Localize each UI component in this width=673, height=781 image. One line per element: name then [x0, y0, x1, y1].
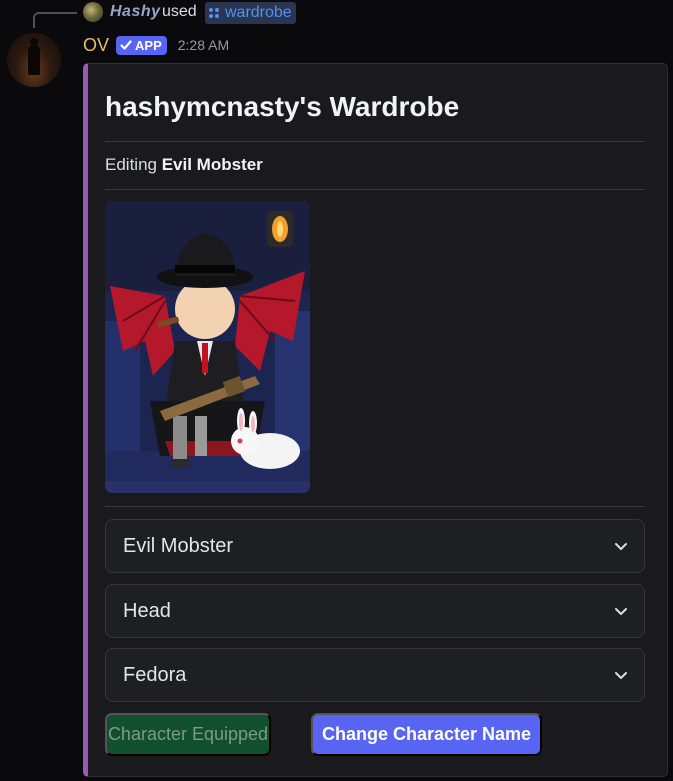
- character-equipped-button[interactable]: Character Equipped: [105, 713, 271, 756]
- slash-command-name: wardrobe: [225, 4, 292, 21]
- reply-avatar[interactable]: [83, 2, 103, 22]
- embed-divider: [105, 189, 645, 190]
- subtitle-character-name: Evil Mobster: [161, 155, 263, 174]
- item-select[interactable]: Fedora: [105, 648, 645, 702]
- reply-username[interactable]: Hashy: [110, 3, 161, 21]
- embed-divider: [105, 506, 645, 507]
- chevron-down-icon: [615, 672, 627, 679]
- chevron-down-icon: [615, 543, 627, 550]
- app-command-icon: [209, 8, 219, 18]
- embed-subtitle: Editing Evil Mobster: [105, 155, 263, 175]
- message-header: OV APP 2:28 AM: [83, 34, 229, 56]
- reply-connector: [33, 12, 77, 28]
- slot-select-value: Head: [123, 599, 171, 622]
- chevron-down-icon: [615, 608, 627, 615]
- author-avatar[interactable]: [7, 33, 61, 87]
- reply-used-text: used: [162, 3, 197, 20]
- character-select[interactable]: Evil Mobster: [105, 519, 645, 573]
- embed-divider: [105, 141, 645, 142]
- embed-card: hashymcnasty's Wardrobe Editing Evil Mob…: [83, 63, 668, 777]
- app-badge-label: APP: [135, 37, 162, 53]
- message-timestamp[interactable]: 2:28 AM: [178, 37, 229, 53]
- checkmark-icon: [120, 40, 132, 50]
- author-name[interactable]: OV: [83, 35, 109, 56]
- avatar-silhouette: [28, 38, 40, 75]
- reply-reference[interactable]: Hashy used wardrobe: [33, 0, 673, 28]
- app-badge: APP: [116, 35, 167, 55]
- subtitle-prefix: Editing: [105, 155, 157, 174]
- character-illustration: [105, 201, 310, 493]
- slot-select[interactable]: Head: [105, 584, 645, 638]
- character-image[interactable]: [105, 201, 310, 493]
- change-character-name-button[interactable]: Change Character Name: [311, 713, 542, 756]
- embed-title: hashymcnasty's Wardrobe: [105, 91, 460, 122]
- item-select-value: Fedora: [123, 663, 187, 686]
- character-select-value: Evil Mobster: [123, 534, 234, 557]
- slash-command-chip[interactable]: wardrobe: [205, 2, 296, 24]
